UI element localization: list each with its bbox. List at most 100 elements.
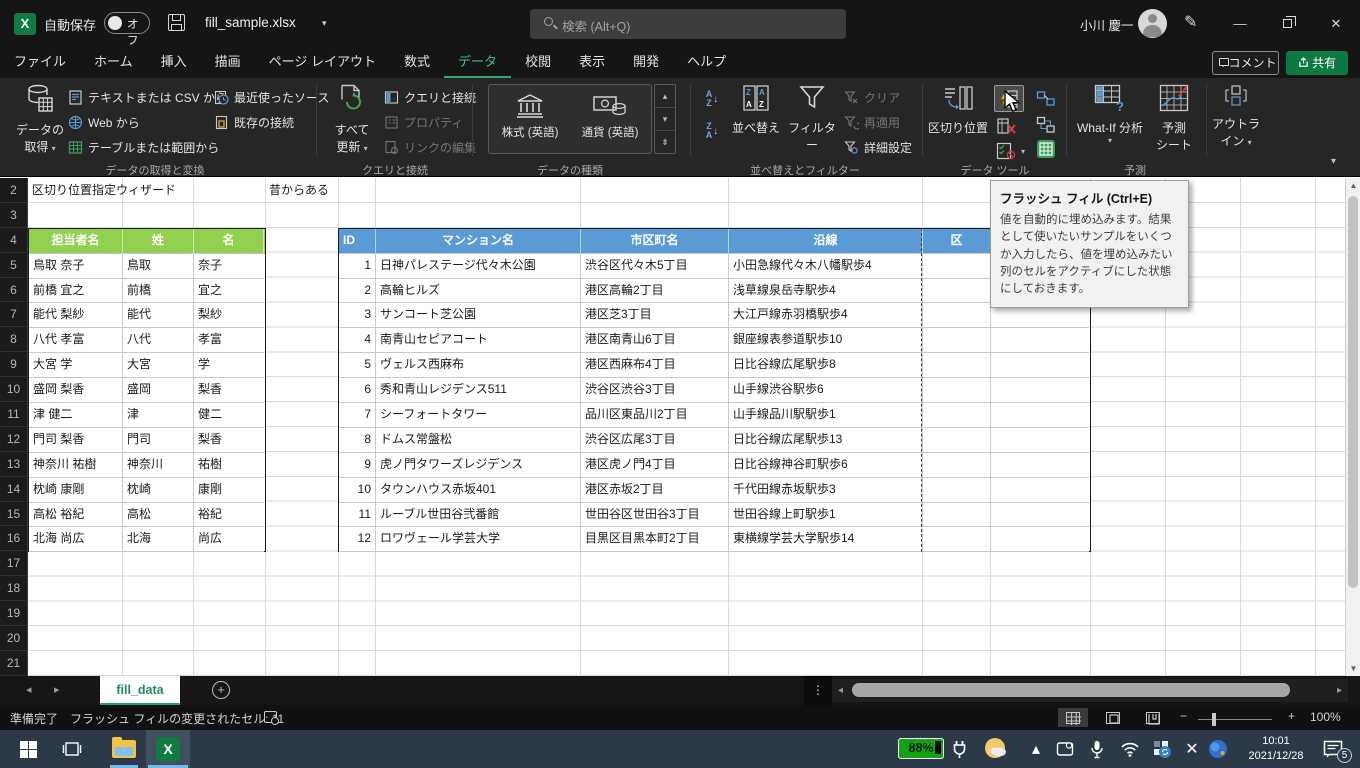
filename-caret-icon[interactable]: ▾ [322,18,327,29]
row-header-15[interactable]: 15 [0,502,28,527]
mansion-cell[interactable] [923,279,991,304]
stocks-tile[interactable]: 株式 (英語) [493,93,567,157]
mansion-cell[interactable] [991,403,1089,428]
from-web-button[interactable]: Web から [68,111,140,133]
manage-data-model-button[interactable] [1036,138,1056,160]
mansion-cell[interactable] [923,478,991,503]
mansion-cell[interactable]: 世田谷区世田谷3丁目 [581,503,729,528]
screen-cast-icon[interactable] [1052,730,1078,768]
staff-cell[interactable]: 裕紀 [194,503,264,528]
row-header-12[interactable]: 12 [0,427,28,452]
mansion-cell[interactable]: 高輪ヒルズ [376,279,581,304]
row-header-3[interactable]: 3 [0,203,28,228]
mansion-cell[interactable] [923,254,991,279]
row-header-7[interactable]: 7 [0,302,28,327]
file-explorer-button[interactable] [104,730,144,768]
staff-table[interactable]: 担当者名姓名鳥取 奈子鳥取奈子前橋 宜之前橋宜之能代 梨紗能代梨紗八代 孝富八代… [28,228,266,553]
gallery-up-icon[interactable]: ▴ [655,85,675,108]
mansion-cell[interactable]: 渋谷区代々木5丁目 [581,254,729,279]
mansion-cell[interactable] [923,428,991,453]
row-header-20[interactable]: 20 [0,626,28,651]
mansion-cell[interactable]: 日比谷線神谷町駅歩6 [729,453,923,478]
sync-app-icon[interactable] [1148,730,1176,768]
mansion-cell[interactable]: 港区高輪2丁目 [581,279,729,304]
mansion-cell[interactable]: サンコート芝公園 [376,303,581,328]
mansion-cell[interactable] [923,403,991,428]
staff-cell[interactable]: 高松 [123,503,194,528]
row-header-8[interactable]: 8 [0,327,28,352]
row-header-14[interactable]: 14 [0,477,28,502]
page-break-view-button[interactable] [1138,708,1168,727]
mansion-cell[interactable]: 銀座線表参道駅歩10 [729,328,923,353]
collapse-ribbon-icon[interactable]: ▾ [1331,156,1336,167]
mansion-cell[interactable]: ヴェルス西麻布 [376,353,581,378]
mansion-cell[interactable]: 7 [339,403,376,428]
vertical-scrollbar[interactable]: ▲ ▼ [1345,178,1360,676]
user-name[interactable]: 小川 慶一 [1080,15,1133,34]
refresh-all-button[interactable]: すべて 更新 ▾ [326,84,378,155]
cell-a2-text[interactable]: 区切り位置指定ウィザード [32,178,176,203]
relationships-button[interactable] [1036,114,1056,136]
mansion-header-cell[interactable]: 沿線 [729,229,923,254]
mansion-cell[interactable]: 渋谷区広尾3丁目 [581,428,729,453]
excel-taskbar-button[interactable]: X [146,730,190,768]
mansion-cell[interactable] [923,527,991,552]
staff-cell[interactable]: 枕崎 康剛 [29,478,123,503]
staff-cell[interactable]: 盛岡 梨香 [29,378,123,403]
mansion-cell[interactable]: 小田急線代々木八幡駅歩4 [729,254,923,279]
staff-cell[interactable]: 神奈川 祐樹 [29,453,123,478]
tab-scroll-handle[interactable]: ⋮ [804,676,832,705]
advanced-filter-button[interactable]: 詳細設定 [844,136,912,158]
queries-connections-button[interactable]: クエリと接続 [384,86,476,108]
row-header-13[interactable]: 13 [0,452,28,477]
staff-cell[interactable]: 前橋 [123,279,194,304]
mansion-cell[interactable]: 1 [339,254,376,279]
recent-sources-button[interactable]: 最近使ったソース [214,86,329,108]
row-header-16[interactable]: 16 [0,526,28,551]
staff-cell[interactable]: 枕崎 [123,478,194,503]
ribbon-tab-開発[interactable]: 開発 [619,48,673,78]
mansion-cell[interactable] [991,527,1089,552]
zoom-out-button[interactable]: − [1180,709,1187,723]
get-data-button[interactable]: データの 取得 ▾ [14,84,66,155]
battery-indicator[interactable]: 88% [898,738,944,759]
mansion-cell[interactable]: ロワヴェール学芸大学 [376,527,581,552]
row-header-6[interactable]: 6 [0,278,28,303]
mansion-cell[interactable]: 12 [339,527,376,552]
mansion-cell[interactable] [991,503,1089,528]
mansion-cell[interactable]: 山手線渋谷駅歩6 [729,378,923,403]
scroll-down-icon[interactable]: ▼ [1346,664,1360,673]
mansion-cell[interactable]: ルーブル世田谷弐番館 [376,503,581,528]
mansion-cell[interactable] [991,453,1089,478]
ribbon-tab-ページ レイアウト[interactable]: ページ レイアウト [255,48,390,78]
wifi-icon[interactable] [1116,730,1144,768]
row-header-4[interactable]: 4 [0,228,28,253]
mansion-cell[interactable]: 秀和青山レジデンス511 [376,378,581,403]
mansion-cell[interactable] [923,303,991,328]
page-layout-view-button[interactable] [1098,708,1128,727]
staff-cell[interactable]: 能代 [123,303,194,328]
search-box[interactable]: 検索 (Alt+Q) [530,9,846,39]
power-plug-icon[interactable] [948,730,970,768]
mansion-cell[interactable] [991,353,1089,378]
mansion-header-cell[interactable]: ID [339,229,376,254]
zoom-in-button[interactable]: + [1288,709,1295,723]
mansion-cell[interactable]: 南青山セピアコート [376,328,581,353]
filter-button[interactable]: フィルター [786,84,838,153]
forecast-sheet-button[interactable]: 予測 シート [1148,84,1200,153]
mansion-cell[interactable]: 5 [339,353,376,378]
outline-button[interactable]: アウトラ イン ▾ [1212,84,1260,149]
excel-app-icon[interactable]: X [14,13,36,35]
mansion-cell[interactable]: シーフォートタワー [376,403,581,428]
staff-header-cell[interactable]: 名 [194,229,264,254]
staff-cell[interactable]: 津 健二 [29,403,123,428]
ribbon-tab-数式[interactable]: 数式 [390,48,444,78]
row-header-2[interactable]: 2 [0,178,28,203]
staff-cell[interactable]: 門司 [123,428,194,453]
staff-header-cell[interactable]: 姓 [123,229,194,254]
staff-cell[interactable]: 梨紗 [194,303,264,328]
mansion-cell[interactable]: 日比谷線広尾駅歩13 [729,428,923,453]
mansion-cell[interactable]: 11 [339,503,376,528]
mansion-cell[interactable] [923,503,991,528]
gallery-down-icon[interactable]: ▾ [655,108,675,131]
